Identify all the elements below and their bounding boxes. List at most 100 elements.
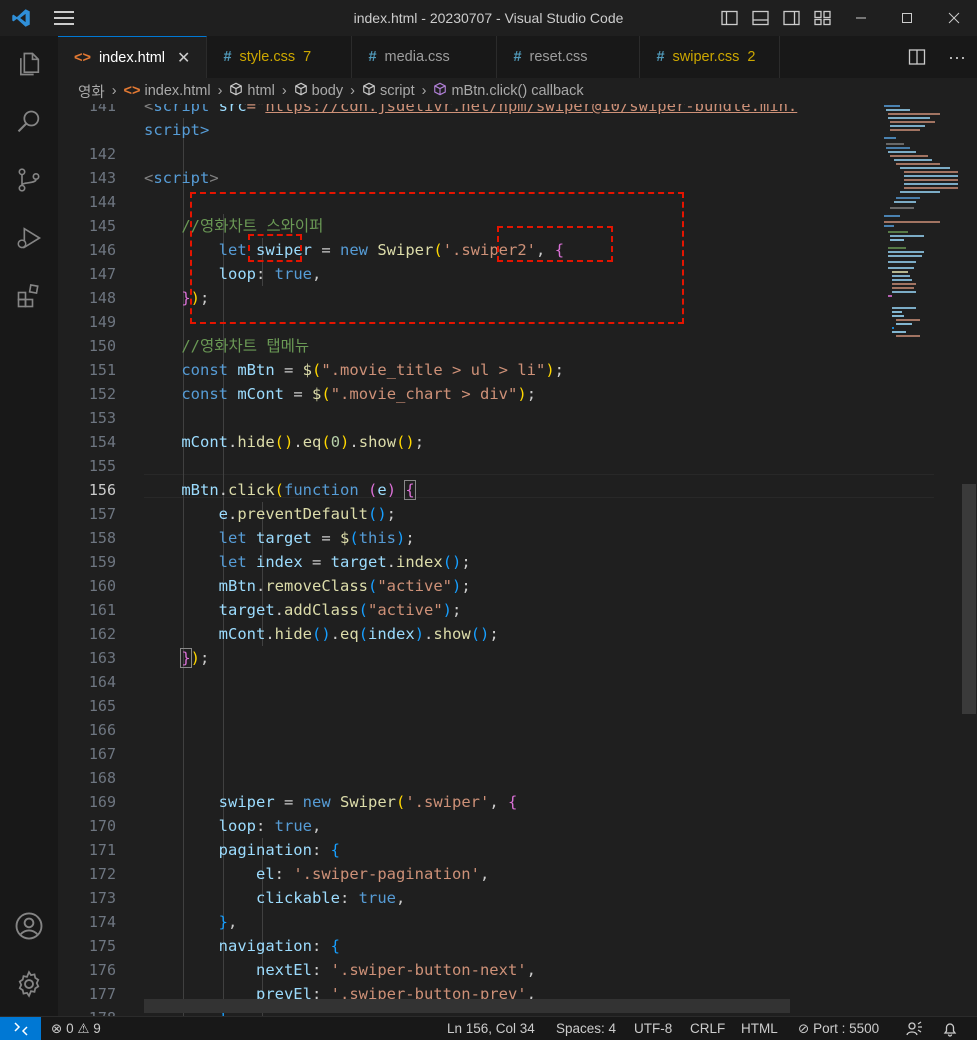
code-token: script [153, 169, 210, 187]
breadcrumb-html[interactable]: html [247, 83, 274, 99]
code-token: < [144, 169, 154, 187]
line-number: 173 [88, 889, 116, 907]
line-number: 142 [88, 145, 116, 163]
line-number: 157 [88, 505, 116, 523]
problem-count-badge: 2 [747, 49, 756, 65]
line-ending[interactable]: CRLF [690, 1017, 725, 1040]
cube-icon [362, 82, 376, 100]
line-number: 161 [88, 601, 116, 619]
minimize-icon [856, 17, 866, 19]
remote-icon [13, 1022, 28, 1036]
breadcrumb-callback[interactable]: mBtn.click() callback [451, 83, 583, 99]
close-window-button[interactable] [931, 0, 977, 36]
code-token: const [181, 385, 228, 403]
scrollbar-thumb[interactable] [962, 484, 976, 714]
close-icon[interactable]: ✕ [177, 48, 190, 68]
more-actions-icon[interactable]: ··· [948, 47, 966, 68]
tab-style-css[interactable]: # style.css 7 [207, 36, 353, 78]
accounts-button[interactable] [0, 902, 58, 950]
code-token: el [255, 865, 275, 883]
chevron-right-icon: › [111, 83, 117, 99]
source-control-button[interactable] [0, 156, 58, 204]
line-number: 171 [88, 841, 116, 859]
minimize-button[interactable] [838, 0, 884, 36]
chevron-right-icon: › [217, 83, 223, 99]
line-number: 159 [88, 553, 116, 571]
line-number: 145 [88, 217, 116, 235]
toggle-primary-sidebar-icon[interactable] [720, 9, 739, 27]
tab-reset-css[interactable]: # reset.css [497, 36, 641, 78]
toggle-panel-icon[interactable] [751, 9, 770, 27]
code-line: mCont.hide().eq(index).show(); [218, 625, 499, 643]
split-editor-icon[interactable] [908, 48, 926, 66]
code-editor[interactable]: 141 142 143 144 145 146 147 148 149 150 151 152 153 1… [58, 104, 977, 1016]
code-token: src [209, 104, 247, 115]
manage-button[interactable] [0, 960, 58, 1008]
extensions-button[interactable] [0, 272, 58, 320]
language-mode[interactable]: HTML [741, 1017, 778, 1040]
encoding[interactable]: UTF-8 [634, 1017, 672, 1040]
code-token: loop [218, 817, 256, 835]
code-token: index [396, 553, 443, 571]
code-token: e [377, 481, 387, 499]
code-line: <script src="https://cdn.jsdelivr.net/np… [144, 104, 884, 118]
maximize-button[interactable] [884, 0, 930, 36]
css-file-icon: # [513, 49, 522, 65]
extensions-icon [17, 283, 39, 308]
editor-actions: ··· [897, 36, 977, 78]
code-line: const mCont = $(".movie_chart > div"); [181, 385, 537, 403]
remote-button[interactable] [0, 1017, 41, 1040]
chevron-right-icon: › [350, 83, 355, 99]
breadcrumb-file[interactable]: index.html [144, 83, 210, 99]
code-line: <script> [144, 166, 884, 190]
line-number: 158 [88, 529, 116, 547]
line-number: 177 [88, 985, 116, 1003]
minimap[interactable] [880, 104, 960, 344]
annotation-box-selector [497, 226, 613, 262]
vertical-scrollbar[interactable] [962, 104, 976, 1016]
tab-media-css[interactable]: # media.css [352, 36, 498, 78]
tab-index-html[interactable]: <> index.html ✕ [58, 36, 208, 78]
code-token: target [256, 529, 312, 547]
close-icon [948, 12, 960, 24]
live-server-port[interactable]: ⊘ Port : 5500 [798, 1017, 879, 1040]
code-line: el: '.swiper-pagination', [255, 865, 490, 883]
code-line: mBtn.click(function (e) { [181, 480, 416, 500]
source-control-icon [18, 168, 40, 192]
breadcrumb-folder[interactable]: 영화 [78, 81, 105, 102]
customize-layout-icon[interactable] [813, 9, 832, 27]
code-line: loop: true, [218, 817, 322, 835]
code-line: //영화차트 탭메뉴 [144, 334, 884, 358]
horizontal-scrollbar[interactable] [144, 999, 790, 1013]
explorer-button[interactable] [0, 40, 58, 88]
run-debug-button[interactable] [0, 214, 58, 262]
code-token: $ [302, 361, 313, 379]
problem-count-badge: 7 [303, 49, 312, 65]
toggle-secondary-sidebar-icon[interactable] [782, 9, 801, 27]
warning-icon: ⚠ [77, 1021, 90, 1036]
line-number: 175 [88, 937, 116, 955]
code-token: eq [302, 433, 322, 451]
error-count: 0 [66, 1021, 74, 1036]
code-token: mBtn [218, 577, 256, 595]
code-token: "active" [377, 577, 452, 595]
error-icon: ⊗ [51, 1021, 63, 1036]
breadcrumb-script[interactable]: script [380, 83, 415, 99]
indentation[interactable]: Spaces: 4 [556, 1017, 616, 1040]
bell-icon [943, 1023, 957, 1037]
search-button[interactable] [0, 98, 58, 146]
activity-bar [0, 36, 58, 1016]
code-token: hide [237, 433, 275, 451]
line-number: 156 [88, 481, 116, 499]
cursor-position[interactable]: Ln 156, Col 34 [447, 1017, 535, 1040]
problems-indicator[interactable]: ⊗ 0 ⚠ 9 [51, 1017, 101, 1040]
code-token: '.swiper-button-next' [330, 961, 527, 979]
breadcrumb-body[interactable]: body [312, 83, 343, 99]
feedback-button[interactable] [906, 1017, 924, 1040]
code-line: }); [180, 648, 210, 668]
notifications-button[interactable] [942, 1017, 958, 1040]
tab-swiper-css[interactable]: # swiper.css 2 [640, 36, 781, 78]
